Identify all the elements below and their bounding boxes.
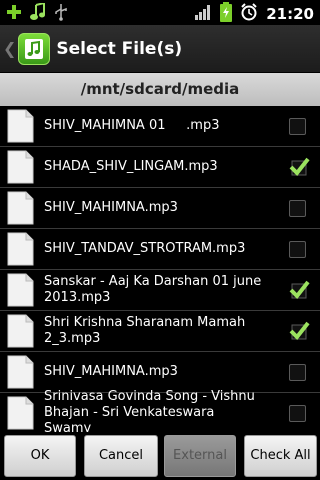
file-name: Sanskar - Aaj Ka Darshan 01 june 2013.mp… [44, 274, 266, 305]
list-item[interactable]: Srinivasa Govinda Song - Vishnu Bhajan -… [0, 389, 320, 432]
clock-time: 21:20 [266, 5, 314, 23]
checkbox[interactable] [289, 117, 306, 135]
file-icon [7, 150, 34, 184]
list-item[interactable]: SHIV_MAHIMNA.mp3 [0, 352, 320, 393]
usb-icon [54, 3, 68, 25]
file-name: Srinivasa Govinda Song - Vishnu Bhajan -… [44, 389, 260, 432]
list-item[interactable]: Shri Krishna Sharanam Mamah 2_3.mp3 [0, 311, 320, 352]
signal-icon [194, 4, 212, 24]
page-title: Select File(s) [56, 38, 183, 59]
check-all-button[interactable]: Check All [244, 435, 317, 477]
checkbox-checked[interactable] [288, 321, 310, 341]
ok-button[interactable]: OK [4, 435, 76, 477]
list-item[interactable]: Sanskar - Aaj Ka Darshan 01 june 2013.mp… [0, 270, 320, 311]
checkbox[interactable] [289, 199, 306, 217]
file-name: SHADA_SHIV_LINGAM.mp3 [44, 159, 218, 174]
external-button[interactable]: External [164, 435, 236, 477]
music-file-icon[interactable] [18, 32, 51, 65]
file-name: SHIV_MAHIMNA.mp3 [44, 200, 178, 215]
list-item[interactable]: SHIV_MAHIMNA.mp3 [0, 188, 320, 229]
file-name: Shri Krishna Sharanam Mamah 2_3.mp3 [44, 315, 250, 346]
title-bar: ❮ Select File(s) [0, 25, 320, 72]
checkbox[interactable] [289, 404, 306, 422]
list-item[interactable]: SHIV_TANDAV_STROTRAM.mp3 [0, 229, 320, 270]
file-name: SHIV_TANDAV_STROTRAM.mp3 [44, 241, 246, 256]
file-icon [7, 273, 34, 307]
file-icon [7, 232, 34, 266]
button-bar: OK Cancel External Check All [0, 432, 320, 480]
file-icon [7, 355, 34, 389]
file-list[interactable]: SHIV_MAHIMNA 01 .mp3 SHADA_SHIV_LINGAM.m… [0, 106, 320, 432]
list-item[interactable]: SHADA_SHIV_LINGAM.mp3 [0, 147, 320, 188]
list-item[interactable]: SHIV_MAHIMNA 01 .mp3 [0, 106, 320, 147]
file-icon [7, 396, 34, 430]
plus-icon [6, 4, 22, 24]
current-path: /mnt/sdcard/media [0, 73, 320, 106]
checkbox[interactable] [289, 240, 306, 258]
file-icon [7, 191, 34, 225]
battery-charging-icon [220, 2, 233, 26]
alarm-icon [240, 3, 258, 25]
cancel-button[interactable]: Cancel [84, 435, 158, 477]
file-name: SHIV_MAHIMNA 01 .mp3 [44, 118, 220, 133]
file-name: SHIV_MAHIMNA.mp3 [44, 364, 178, 379]
checkbox[interactable] [289, 363, 306, 381]
checkbox-checked[interactable] [288, 280, 310, 300]
file-icon [7, 109, 34, 143]
status-bar: 21:20 [0, 0, 320, 25]
file-icon [7, 314, 34, 348]
checkbox-checked[interactable] [288, 157, 310, 177]
music-note-icon [30, 1, 46, 25]
chevron-left-icon[interactable]: ❮ [3, 39, 16, 58]
